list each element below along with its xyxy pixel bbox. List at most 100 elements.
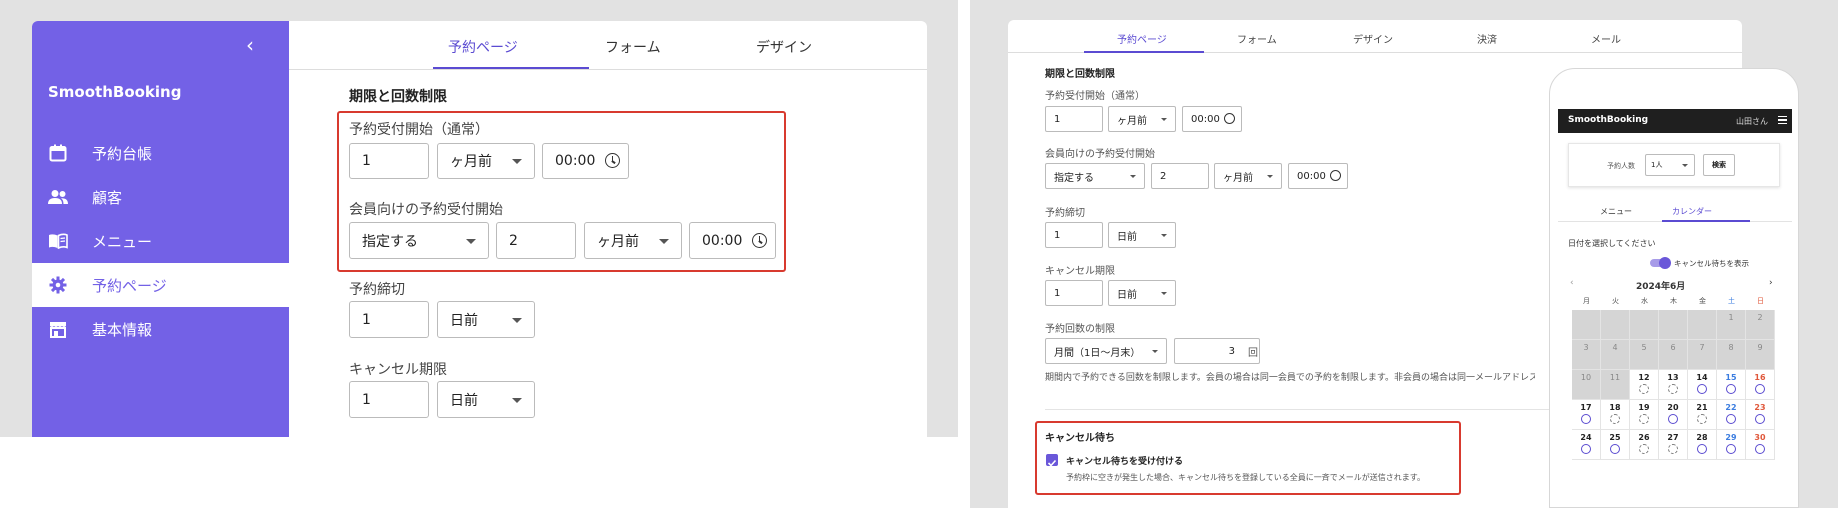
limit-period-select[interactable]: 月間（1日〜月末） <box>1045 338 1167 364</box>
waitlist-toggle[interactable] <box>1650 257 1671 269</box>
calendar-weekday-row: 月火水木金土日 <box>1572 296 1792 310</box>
tab-form[interactable]: フォーム <box>1237 31 1277 46</box>
calendar-day[interactable]: 21 <box>1688 400 1717 430</box>
cancel-unit-select[interactable]: 日前 <box>437 381 535 418</box>
deadline-value-input[interactable]: 1 <box>1045 222 1103 248</box>
tab-email[interactable]: メール <box>1591 31 1621 46</box>
waitlist-note: 予約枠に空きが発生した場合、キャンセル待ちを登録している全員に一斉でメールが送信… <box>1066 473 1425 482</box>
member-start-time-input[interactable]: 00:00 <box>1288 163 1348 189</box>
waitlist-toggle-label: キャンセル待ちを表示 <box>1674 259 1749 268</box>
member-start-mode-select[interactable]: 指定する <box>349 222 489 259</box>
calendar-day-number: 2 <box>1757 313 1763 322</box>
member-start-mode-select[interactable]: 指定する <box>1045 163 1145 189</box>
calendar-day-number: 7 <box>1699 343 1705 352</box>
calendar-day[interactable]: 26 <box>1630 430 1659 460</box>
sidebar-item-reservations[interactable]: 予約台帳 <box>32 131 289 175</box>
calendar-day[interactable]: 16 <box>1746 370 1775 400</box>
calendar-day[interactable]: 13 <box>1659 370 1688 400</box>
calendar-day: 7 <box>1688 340 1717 370</box>
calendar-weekday: 月 <box>1583 297 1590 305</box>
sidebar-item-booking-page[interactable]: 予約ページ <box>32 263 289 307</box>
cancel-unit-select[interactable]: 日前 <box>1108 280 1176 306</box>
calendar-day-number: 14 <box>1696 373 1708 382</box>
tab-form[interactable]: フォーム <box>605 37 661 57</box>
cancel-value-input[interactable]: 1 <box>1045 280 1103 306</box>
chevron-left-icon[interactable]: ‹ <box>246 33 254 57</box>
available-slot-icon <box>1726 444 1736 454</box>
cancel-value-input[interactable]: 1 <box>349 381 429 418</box>
clock-icon[interactable] <box>752 232 767 248</box>
calendar-day[interactable]: 27 <box>1659 430 1688 460</box>
calendar-week-row: 24 25 26 27 28 29 30 <box>1572 430 1792 460</box>
clock-icon[interactable] <box>605 153 620 168</box>
calendar-day[interactable]: 18 <box>1601 400 1630 430</box>
sidebar-item-basic-info[interactable]: 基本情報 <box>32 307 289 351</box>
clock-icon[interactable] <box>1224 113 1235 124</box>
chevron-down-icon <box>512 317 522 323</box>
calendar-week-row: 10 11 12 13 14 15 16 <box>1572 370 1792 400</box>
calendar-day[interactable]: 19 <box>1630 400 1659 430</box>
calendar-day[interactable]: 24 <box>1572 430 1601 460</box>
chevron-down-icon <box>512 397 522 403</box>
phone-tab-calendar[interactable]: カレンダー <box>1672 206 1712 217</box>
waitlist-slot-icon <box>1639 384 1649 394</box>
start-value-input[interactable]: 1 <box>1045 106 1103 132</box>
sidebar-item-customers[interactable]: 顧客 <box>32 175 289 219</box>
select-value: ヶ月前 <box>597 233 639 250</box>
member-start-value-input[interactable]: 2 <box>1151 163 1209 189</box>
deadline-label: 予約締切 <box>349 282 405 298</box>
start-time-input[interactable]: 00:00 <box>1182 106 1242 132</box>
calendar-day[interactable]: 15 <box>1717 370 1746 400</box>
start-unit-select[interactable]: ヶ月前 <box>1108 106 1176 132</box>
search-button[interactable]: 検索 <box>1703 154 1735 176</box>
tab-payment[interactable]: 決済 <box>1477 31 1497 46</box>
tab-booking-page[interactable]: 予約ページ <box>448 37 518 57</box>
tab-design[interactable]: デザイン <box>1353 31 1393 46</box>
calendar-day[interactable]: 28 <box>1688 430 1717 460</box>
hamburger-menu-icon[interactable] <box>1778 116 1787 124</box>
available-slot-icon <box>1697 444 1707 454</box>
next-month-icon[interactable]: › <box>1769 278 1773 288</box>
calendar-day[interactable]: 29 <box>1717 430 1746 460</box>
calendar-day[interactable]: 23 <box>1746 400 1775 430</box>
deadline-unit-select[interactable]: 日前 <box>1108 222 1176 248</box>
member-start-time-input[interactable]: 00:00 <box>689 222 776 259</box>
calendar-day-number: 23 <box>1754 403 1766 412</box>
chevron-down-icon <box>1682 164 1688 167</box>
start-value-input[interactable]: 1 <box>349 143 429 179</box>
start-unit-select[interactable]: ヶ月前 <box>437 143 535 179</box>
start-time-input[interactable]: 00:00 <box>542 143 629 179</box>
calendar-day[interactable]: 14 <box>1688 370 1717 400</box>
member-start-unit-select[interactable]: ヶ月前 <box>1214 163 1282 189</box>
deadline-unit-select[interactable]: 日前 <box>437 301 535 338</box>
party-size-select[interactable]: 1人 <box>1645 154 1695 176</box>
section-divider <box>1045 409 1575 410</box>
waitlist-checkbox[interactable] <box>1046 454 1058 467</box>
phone-tab-menu[interactable]: メニュー <box>1600 206 1632 217</box>
calendar-day[interactable]: 12 <box>1630 370 1659 400</box>
calendar-day[interactable]: 22 <box>1717 400 1746 430</box>
tab-design[interactable]: デザイン <box>756 37 812 57</box>
calendar-weekday: 日 <box>1757 297 1764 305</box>
available-slot-icon <box>1755 414 1765 424</box>
calendar-day: 10 <box>1572 370 1601 400</box>
deadline-value-input[interactable]: 1 <box>349 301 429 338</box>
store-icon <box>48 319 68 339</box>
sidebar-item-menu[interactable]: メニュー <box>32 219 289 263</box>
waitlist-slot-icon <box>1639 414 1649 424</box>
clock-icon[interactable] <box>1330 170 1341 181</box>
member-start-value-input[interactable]: 2 <box>496 222 576 259</box>
book-icon <box>48 231 68 251</box>
calendar-day[interactable]: 20 <box>1659 400 1688 430</box>
calendar-day[interactable]: 17 <box>1572 400 1601 430</box>
calendar-day[interactable]: 30 <box>1746 430 1775 460</box>
calendar-month: 2024年6月 <box>1636 282 1686 292</box>
waitlist-slot-icon <box>1668 444 1678 454</box>
tab-booking-page[interactable]: 予約ページ <box>1117 31 1167 46</box>
prev-month-icon[interactable]: ‹ <box>1570 278 1574 288</box>
calendar-day[interactable]: 25 <box>1601 430 1630 460</box>
time-value: 00:00 <box>555 153 596 169</box>
select-value: 日前 <box>1117 289 1137 301</box>
member-start-unit-select[interactable]: ヶ月前 <box>584 222 682 259</box>
phone-user-name[interactable]: 山田さん <box>1736 116 1768 127</box>
